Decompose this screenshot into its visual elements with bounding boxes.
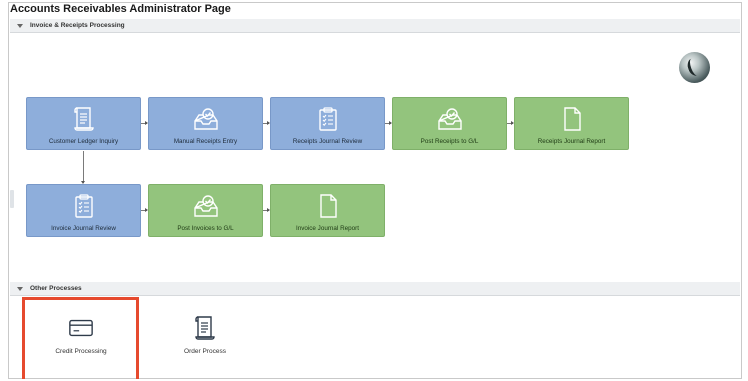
section-header-invoice[interactable]: Invoice & Receipts Processing: [10, 19, 740, 33]
flow-arrow: [263, 208, 270, 212]
tile-label: Receipts Journal Report: [537, 138, 606, 145]
clipboard-list-icon: [315, 104, 341, 134]
document-icon: [315, 191, 341, 221]
tile-receipts-journal-review[interactable]: Receipts Journal Review: [270, 97, 385, 150]
section-label: Other Processes: [30, 285, 82, 292]
section-label: Invoice & Receipts Processing: [30, 22, 125, 29]
page-title: Accounts Receivables Administrator Page: [10, 3, 231, 15]
tile-invoice-journal-report[interactable]: Invoice Journal Report: [270, 184, 385, 237]
panel-splitter-handle[interactable]: [10, 190, 14, 208]
tile-post-receipts-to-gl[interactable]: Post Receipts to G/L: [392, 97, 507, 150]
tile-label: Post Receipts to G/L: [420, 138, 479, 145]
flow-arrow: [507, 121, 514, 125]
inbox-check-icon: [193, 191, 219, 221]
flow-arrow: [141, 121, 148, 125]
order-process-item[interactable]: Order Process: [150, 302, 260, 362]
tile-label: Receipts Journal Review: [292, 138, 363, 145]
tile-label: Customer Ledger Inquiry: [48, 138, 119, 145]
tile-customer-ledger-inquiry[interactable]: Customer Ledger Inquiry: [26, 97, 141, 150]
inbox-check-icon: [437, 104, 463, 134]
tile-label: Invoice Journal Report: [295, 225, 359, 232]
tile-post-invoices-to-gl[interactable]: Post Invoices to G/L: [148, 184, 263, 237]
tile-label: Invoice Journal Review: [51, 225, 116, 232]
flow-arrow: [385, 121, 392, 125]
flow-arrow-down: [81, 151, 85, 184]
ledger-icon: [71, 104, 97, 134]
document-icon: [559, 104, 585, 134]
order-process-label: Order Process: [184, 348, 226, 355]
tile-invoice-journal-review[interactable]: Invoice Journal Review: [26, 184, 141, 237]
tile-receipts-journal-report[interactable]: Receipts Journal Report: [514, 97, 629, 150]
collapse-triangle-icon[interactable]: [17, 23, 23, 28]
flow-arrow: [141, 208, 148, 212]
collapse-triangle-icon[interactable]: [17, 286, 23, 291]
inbox-check-icon: [193, 104, 219, 134]
highlight-box: [22, 297, 139, 379]
flow-arrow: [263, 121, 270, 125]
tile-label: Post Invoices to G/L: [177, 225, 234, 232]
tile-manual-receipts-entry[interactable]: Manual Receipts Entry: [148, 97, 263, 150]
clipboard-list-icon: [71, 191, 97, 221]
section-header-other-processes[interactable]: Other Processes: [10, 282, 740, 296]
tile-label: Manual Receipts Entry: [173, 138, 238, 145]
logo-sphere-icon: [679, 52, 710, 83]
ledger-icon: [192, 316, 218, 340]
